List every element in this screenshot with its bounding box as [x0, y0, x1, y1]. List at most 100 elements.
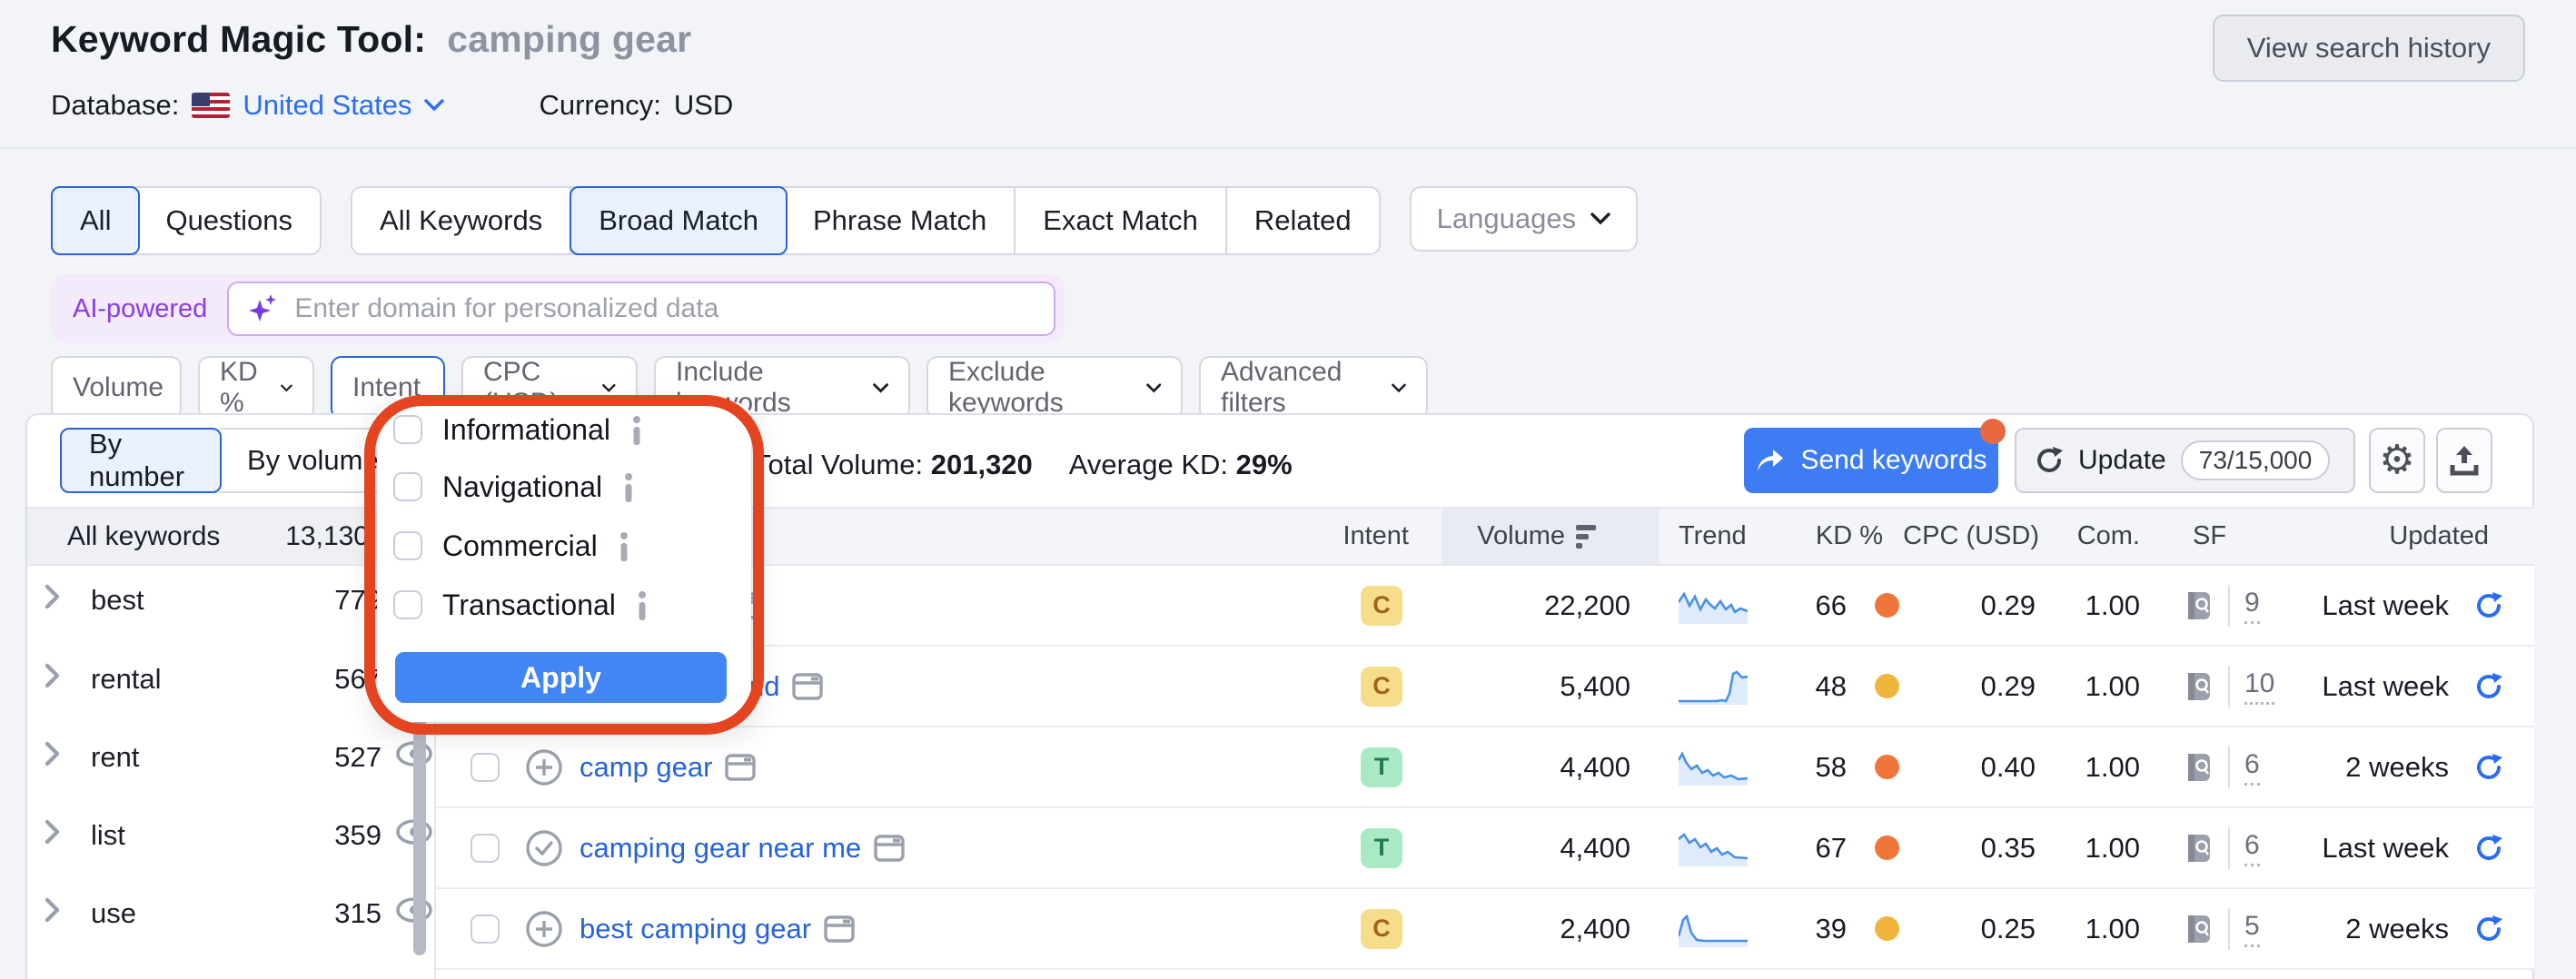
col-updated[interactable]: Updated	[2389, 509, 2489, 564]
com-value: 1.00	[2086, 566, 2140, 645]
sidebar-item-use[interactable]: use 315	[27, 875, 434, 953]
sf-value[interactable]: 9	[2244, 588, 2260, 624]
refresh-icon[interactable]	[2474, 647, 2503, 726]
sf-value[interactable]: 6	[2244, 830, 2260, 866]
column-divider	[2228, 747, 2230, 788]
row-checkbox[interactable]	[471, 834, 500, 863]
column-divider	[2228, 827, 2230, 869]
serp-preview-icon[interactable]	[2185, 647, 2214, 726]
table-row: camping gear near me T 4,400 67 0.35 1.0…	[436, 808, 2534, 889]
us-flag-icon	[192, 93, 230, 118]
chevron-right-icon[interactable]	[44, 583, 74, 618]
refresh-icon[interactable]	[2474, 808, 2503, 887]
filter-exclude-keywords[interactable]: Exclude keywords	[926, 356, 1183, 420]
average-kd-value: 29%	[1236, 449, 1293, 480]
chevron-right-icon[interactable]	[44, 662, 74, 697]
keyword-link[interactable]: best camping gear	[580, 913, 855, 945]
add-keyword-icon[interactable]	[525, 889, 563, 968]
trend-sparkline	[1679, 889, 1748, 968]
tab-exact-match[interactable]: Exact Match	[1016, 188, 1227, 253]
tab-phrase-match[interactable]: Phrase Match	[786, 188, 1016, 253]
export-button[interactable]	[2436, 428, 2492, 493]
settings-button[interactable]: ⚙	[2369, 428, 2425, 493]
col-intent[interactable]: Intent	[1342, 509, 1409, 564]
row-checkbox[interactable]	[471, 753, 500, 782]
add-keyword-icon[interactable]	[525, 727, 563, 806]
sidebar-item-list[interactable]: list 359	[27, 796, 434, 875]
updated-value: Last week	[2322, 808, 2449, 887]
search-query: camping gear	[437, 18, 692, 60]
keyword-link[interactable]: camp gear	[580, 751, 756, 784]
cpc-value: 0.29	[1981, 566, 2036, 645]
domain-input-wrapper[interactable]	[227, 282, 1055, 336]
trend-sparkline	[1679, 647, 1748, 726]
sidebar-item-rent[interactable]: rent 527	[27, 718, 434, 796]
sf-value[interactable]: 10	[2244, 668, 2274, 705]
tab-group-all-questions: All Questions	[51, 186, 322, 255]
col-trend[interactable]: Trend	[1679, 509, 1747, 564]
serp-preview-icon[interactable]	[2185, 727, 2214, 806]
added-keyword-icon[interactable]	[525, 808, 563, 887]
com-value: 1.00	[2086, 808, 2140, 887]
updated-value: Last week	[2322, 566, 2449, 645]
tab-questions[interactable]: Questions	[138, 188, 320, 253]
chevron-down-icon	[1590, 213, 1610, 225]
filter-advanced[interactable]: Advanced filters	[1199, 356, 1428, 420]
chevron-right-icon[interactable]	[44, 740, 74, 775]
sf-value[interactable]: 5	[2244, 911, 2260, 947]
serp-preview-icon[interactable]	[2185, 808, 2214, 887]
filter-volume[interactable]: Volume	[51, 356, 182, 420]
tab-related[interactable]: Related	[1227, 188, 1379, 253]
domain-input[interactable]	[294, 293, 1035, 324]
view-search-history-button[interactable]: View search history	[2213, 15, 2525, 82]
intent-badge: C	[1361, 667, 1402, 707]
database-row: Database: United States Currency: USD	[51, 89, 733, 122]
col-com[interactable]: Com.	[2077, 509, 2140, 564]
updated-value: 2 weeks	[2345, 727, 2449, 806]
sf-value[interactable]: 6	[2244, 749, 2260, 786]
row-checkbox[interactable]	[471, 915, 500, 944]
serp-features-icon	[874, 835, 905, 862]
sort-by-number-toggle[interactable]: By number	[60, 428, 222, 493]
kd-dot	[1875, 836, 1899, 860]
col-kd[interactable]: KD %	[1816, 509, 1883, 564]
tool-title: Keyword Magic Tool:	[51, 18, 426, 60]
com-value: 1.00	[2086, 727, 2140, 806]
database-select[interactable]: United States	[243, 89, 411, 122]
refresh-icon[interactable]	[2474, 727, 2503, 806]
filter-kd[interactable]: KD %	[198, 356, 314, 420]
chevron-right-icon[interactable]	[44, 896, 74, 931]
languages-dropdown[interactable]: Languages	[1410, 186, 1638, 252]
cpc-value: 0.29	[1981, 647, 2036, 726]
volume-value: 4,400	[1560, 727, 1630, 806]
refresh-icon[interactable]	[2474, 566, 2503, 645]
intent-badge: C	[1361, 586, 1402, 626]
total-volume-label: Total Volume:	[754, 449, 923, 480]
tab-broad-match[interactable]: Broad Match	[570, 186, 788, 255]
tab-all[interactable]: All	[51, 186, 140, 255]
serp-features-icon	[792, 673, 823, 700]
database-label: Database:	[51, 89, 179, 122]
update-button[interactable]: Update 73/15,000	[2015, 428, 2355, 493]
ai-powered-bar: AI-powered	[51, 274, 1065, 343]
column-divider	[2228, 585, 2230, 627]
chevron-down-icon[interactable]	[424, 99, 444, 112]
kd-value: 48	[1816, 647, 1847, 726]
chevron-down-icon	[281, 382, 292, 394]
serp-preview-icon[interactable]	[2185, 566, 2214, 645]
col-volume[interactable]: Volume	[1477, 509, 1596, 564]
col-sf[interactable]: SF	[2193, 509, 2226, 564]
chevron-right-icon[interactable]	[44, 818, 74, 853]
send-keywords-button[interactable]: Send keywords	[1744, 428, 1998, 493]
cpc-value: 0.25	[1981, 889, 2036, 968]
refresh-icon[interactable]	[2474, 889, 2503, 968]
serp-preview-icon[interactable]	[2185, 889, 2214, 968]
intent-badge: C	[1361, 909, 1402, 949]
sort-desc-icon	[1576, 525, 1596, 549]
keyword-link[interactable]: camping gear near me	[580, 832, 905, 865]
col-cpc[interactable]: CPC (USD)	[1903, 509, 2039, 564]
table-row: camp gear T 4,400 58 0.40 1.00 6 2 weeks	[436, 727, 2534, 808]
tab-all-keywords[interactable]: All Keywords	[352, 188, 571, 253]
kd-value: 66	[1816, 566, 1847, 645]
header-divider	[0, 147, 2576, 149]
